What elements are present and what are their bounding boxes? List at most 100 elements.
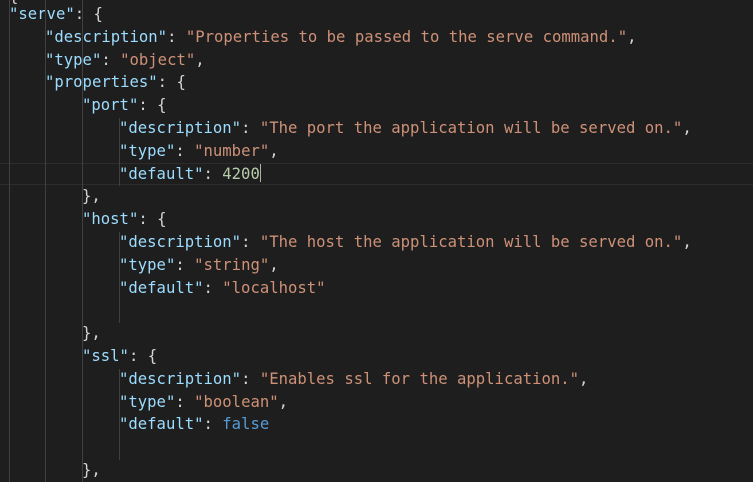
code-token: : { — [128, 347, 158, 365]
code-token: : — [175, 141, 195, 160]
code-line[interactable]: "default": "localhost" — [0, 277, 753, 300]
code-token: , — [269, 141, 279, 160]
code-line-content: "description": "The port the application… — [119, 117, 692, 140]
code-token: "type" — [119, 392, 176, 411]
code-line-content: }, — [82, 322, 101, 345]
code-token: "string" — [194, 255, 270, 274]
code-line[interactable]: "description": "The host the application… — [0, 231, 753, 254]
code-token: : { — [138, 210, 167, 229]
code-line[interactable]: "port": { — [0, 94, 753, 117]
code-line-content: "port": { — [82, 94, 167, 117]
code-line-content: "ssl": { — [82, 345, 157, 368]
code-line-content: "description": "The host the application… — [119, 231, 692, 254]
code-token: "ssl" — [82, 347, 129, 365]
code-token: "object" — [120, 50, 196, 69]
code-token: "type" — [119, 255, 176, 274]
code-token: "description" — [45, 27, 168, 46]
code-token: "description" — [119, 369, 242, 388]
code-line[interactable]: "properties": { — [0, 71, 753, 94]
code-token: "default" — [119, 164, 204, 183]
indent-guide — [119, 232, 120, 323]
code-token: : — [167, 27, 186, 46]
code-line-content: "default": 4200 — [119, 163, 262, 185]
code-token: }, — [82, 461, 101, 479]
text-cursor — [259, 163, 262, 182]
code-token: : — [203, 164, 223, 183]
code-token: "Enables ssl for the application." — [259, 369, 580, 388]
code-token: "number" — [194, 141, 270, 160]
code-line[interactable]: "default": 4200 — [0, 162, 753, 186]
code-line-content: "type": "number", — [119, 140, 279, 163]
code-token: "port" — [82, 96, 139, 115]
code-line[interactable]: "ssl": { — [0, 345, 753, 368]
code-token: : — [241, 233, 260, 251]
code-line-content: "serve": { — [9, 3, 103, 26]
code-token: : { — [157, 73, 186, 92]
code-token: : — [175, 392, 195, 411]
code-line-content: "default": false — [119, 413, 269, 436]
code-line-content: "properties": { — [45, 71, 186, 94]
code-line[interactable]: "type": "boolean", — [0, 391, 753, 414]
code-line[interactable]: "type": "object", — [0, 49, 753, 72]
code-line-content: }, — [82, 185, 101, 208]
code-line[interactable]: }, — [0, 459, 753, 482]
code-token: , — [627, 27, 637, 46]
code-line-content: "default": "localhost" — [119, 277, 326, 300]
code-token: : — [175, 255, 195, 274]
code-token: , — [682, 233, 692, 251]
code-token: "description" — [119, 119, 242, 137]
indent-guide — [9, 0, 10, 482]
code-token: "serve" — [9, 5, 75, 23]
code-token: "host" — [82, 210, 139, 229]
code-token: : — [241, 369, 260, 388]
code-line[interactable]: }, — [0, 322, 753, 345]
code-editor[interactable]: { "serve": {"description": "Properties t… — [0, 0, 753, 482]
code-token: : — [203, 278, 223, 297]
code-token: "boolean" — [194, 392, 279, 411]
code-token: : — [241, 119, 260, 137]
code-token: "type" — [45, 50, 102, 69]
code-token: "The port the application will be served… — [259, 119, 683, 137]
code-line-content: "description": "Enables ssl for the appl… — [119, 368, 588, 391]
indent-guide — [45, 0, 46, 482]
code-token: "Properties to be passed to the serve co… — [185, 27, 628, 46]
code-token: : { — [74, 5, 103, 23]
code-line-content: }, — [82, 459, 101, 482]
code-line[interactable]: "default": false — [0, 413, 753, 436]
code-line-content: "description": "Properties to be passed … — [45, 26, 636, 49]
code-line[interactable]: "description": "Enables ssl for the appl… — [0, 368, 753, 391]
indent-guide — [119, 369, 120, 460]
code-line[interactable]: "host": { — [0, 208, 753, 231]
code-line[interactable]: }, — [0, 185, 753, 208]
code-token: , — [682, 119, 692, 137]
code-token: , — [195, 50, 205, 69]
code-line[interactable]: "description": "The port the application… — [0, 117, 753, 140]
code-token: "default" — [119, 278, 204, 297]
indent-guide — [82, 96, 83, 482]
code-token: "properties" — [45, 73, 158, 92]
code-token: "description" — [119, 233, 242, 251]
code-token: , — [278, 392, 289, 411]
code-token: "The host the application will be served… — [259, 233, 683, 251]
code-line-content: "type": "boolean", — [119, 391, 288, 414]
code-line[interactable]: "type": "string", — [0, 254, 753, 277]
code-token: : — [101, 50, 121, 69]
code-token: "localhost" — [222, 278, 326, 297]
code-token: : { — [138, 96, 167, 115]
indent-guide — [119, 118, 120, 186]
code-token: false — [222, 415, 270, 434]
code-token: "type" — [119, 141, 176, 160]
code-line[interactable]: "serve": { — [0, 3, 753, 26]
code-line-content: "type": "string", — [119, 254, 279, 277]
code-token: , — [269, 255, 279, 274]
code-token: 4200 — [222, 164, 260, 183]
code-line-content: "host": { — [82, 208, 167, 231]
code-token: }, — [82, 324, 101, 343]
code-line-content: "type": "object", — [45, 49, 205, 72]
code-line[interactable] — [0, 299, 753, 322]
code-token: }, — [82, 187, 101, 206]
code-line[interactable]: "description": "Properties to be passed … — [0, 26, 753, 49]
code-line[interactable] — [0, 436, 753, 459]
code-line[interactable]: "type": "number", — [0, 140, 753, 163]
code-token: "default" — [119, 415, 204, 434]
